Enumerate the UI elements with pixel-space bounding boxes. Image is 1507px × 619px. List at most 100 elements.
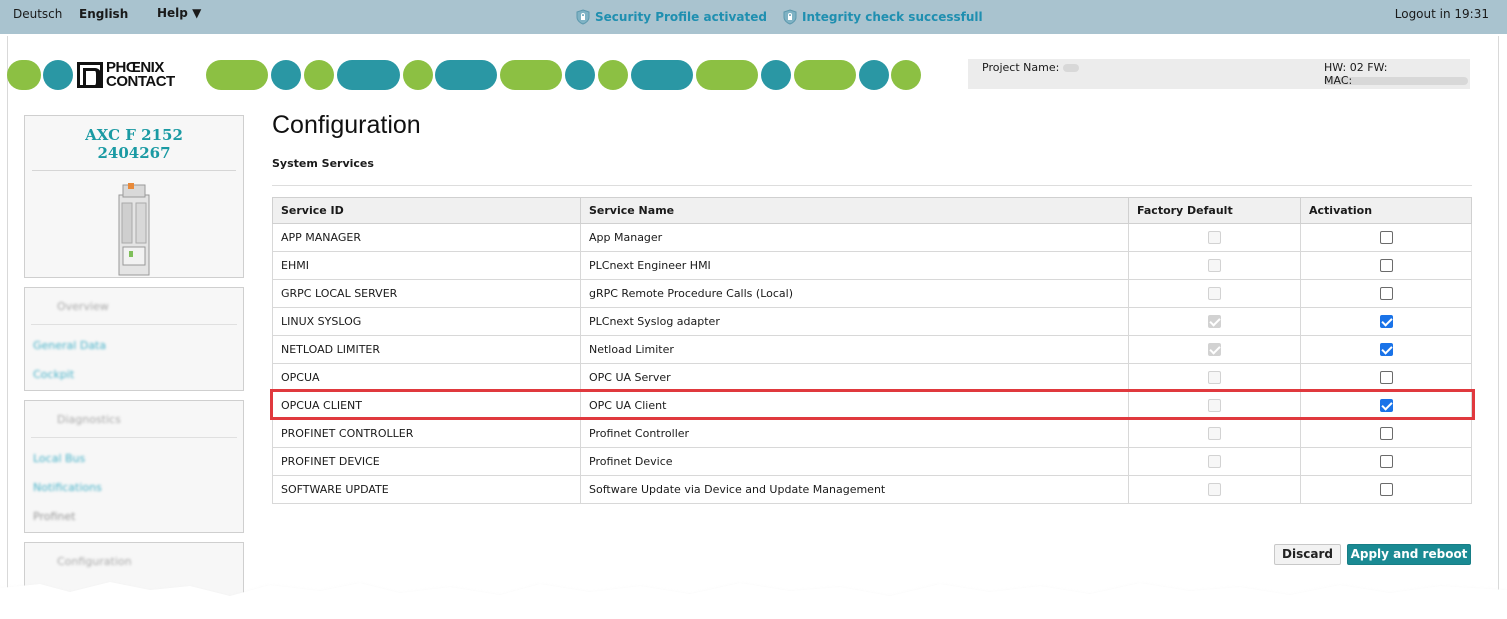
banner-pill [891, 60, 921, 90]
shield-lock-icon [783, 9, 797, 25]
integrity-check-status[interactable]: Integrity check successfull [782, 9, 983, 25]
service-name-cell: PLCnext Engineer HMI [580, 251, 1129, 280]
language-deutsch-link[interactable]: Deutsch [13, 7, 62, 21]
service-id-cell: GRPC LOCAL SERVER [272, 279, 581, 308]
security-profile-status[interactable]: Security Profile activated [575, 9, 767, 25]
banner-pill [761, 60, 791, 90]
factory-default-cell [1128, 307, 1301, 336]
activation-cell [1300, 279, 1472, 308]
banner-pill [631, 60, 693, 90]
column-header-activation: Activation [1300, 197, 1472, 224]
top-bar: Deutsch English Help ▼ Security Profile … [0, 0, 1507, 34]
service-name-cell: Software Update via Device and Update Ma… [580, 475, 1129, 504]
factory-default-cell [1128, 363, 1301, 392]
table-row: PROFINET DEVICE Profinet Device [272, 447, 1472, 476]
logo-line2: CONTACT [106, 73, 175, 90]
banner-pill [337, 60, 400, 90]
factory-default-cell [1128, 475, 1301, 504]
table-row: EHMI PLCnext Engineer HMI [272, 251, 1472, 280]
project-name-label: Project Name: [982, 61, 1060, 74]
banner-pill [435, 60, 497, 90]
sidebar-diagnostics-panel: Diagnostics Local Bus Notifications Prof… [24, 400, 244, 533]
activation-cell [1300, 335, 1472, 364]
column-header-service-name: Service Name [580, 197, 1129, 224]
section-divider [272, 185, 1472, 186]
service-id-cell: EHMI [272, 251, 581, 280]
service-name-cell: Netload Limiter [580, 335, 1129, 364]
table-row: OPCUA CLIENT OPC UA Client [272, 391, 1472, 420]
banner-pill [565, 60, 595, 90]
activation-cell [1300, 251, 1472, 280]
sidebar-item-general-data[interactable]: General Data [25, 331, 243, 360]
service-name-cell: PLCnext Syslog adapter [580, 307, 1129, 336]
help-menu[interactable]: Help ▼ [157, 6, 201, 20]
activation-checkbox[interactable] [1379, 483, 1393, 497]
factory-default-cell [1128, 251, 1301, 280]
phoenix-contact-logo: PHŒNIX CONTACT [77, 58, 175, 92]
factory-default-cell [1128, 223, 1301, 252]
torn-edge-decoration [0, 582, 1507, 619]
banner-pill [696, 60, 758, 90]
factory-default-checkbox [1208, 455, 1221, 469]
project-info-box: Project Name: HW: 02 FW: MAC: [968, 59, 1470, 89]
activation-cell [1300, 475, 1472, 504]
sidebar-overview-header[interactable]: Overview [25, 288, 243, 324]
logout-link[interactable]: Logout in 19:31 [1395, 7, 1489, 21]
activation-checkbox[interactable] [1379, 287, 1393, 301]
language-english-link[interactable]: English [79, 7, 128, 21]
factory-default-checkbox [1208, 343, 1221, 357]
activation-checkbox[interactable] [1379, 399, 1393, 413]
activation-checkbox[interactable] [1379, 231, 1393, 245]
table-header-row: Service ID Service Name Factory Default … [272, 197, 1472, 224]
activation-cell [1300, 223, 1472, 252]
banner-pill [7, 60, 41, 90]
factory-default-cell [1128, 335, 1301, 364]
security-profile-label: Security Profile activated [595, 10, 767, 24]
factory-default-checkbox [1208, 427, 1221, 441]
device-article-number: 2404267 [97, 144, 171, 162]
activation-cell [1300, 363, 1472, 392]
activation-checkbox[interactable] [1379, 315, 1393, 329]
sidebar-overview-panel: Overview General Data Cockpit [24, 287, 244, 391]
service-id-cell: LINUX SYSLOG [272, 307, 581, 336]
sidebar-item-notifications[interactable]: Notifications [25, 473, 243, 502]
activation-cell [1300, 447, 1472, 476]
service-name-cell: App Manager [580, 223, 1129, 252]
activation-checkbox[interactable] [1379, 343, 1393, 357]
table-row: APP MANAGER App Manager [272, 223, 1472, 252]
factory-default-checkbox [1208, 399, 1221, 413]
service-name-cell: gRPC Remote Procedure Calls (Local) [580, 279, 1129, 308]
factory-default-cell [1128, 279, 1301, 308]
sidebar-item-cockpit[interactable]: Cockpit [25, 360, 243, 389]
mac-label: MAC: [1324, 74, 1353, 87]
column-header-service-id: Service ID [272, 197, 581, 224]
activation-checkbox[interactable] [1379, 455, 1393, 469]
service-name-cell: OPC UA Server [580, 363, 1129, 392]
banner-pill [403, 60, 433, 90]
device-model: AXC F 2152 [85, 126, 183, 144]
activation-checkbox[interactable] [1379, 259, 1393, 273]
activation-checkbox[interactable] [1379, 427, 1393, 441]
apply-and-reboot-button[interactable]: Apply and reboot [1347, 544, 1471, 565]
service-name-cell: OPC UA Client [580, 391, 1129, 420]
sidebar-item-local-bus[interactable]: Local Bus [25, 444, 243, 473]
activation-checkbox[interactable] [1379, 371, 1393, 385]
table-row: NETLOAD LIMITER Netload Limiter [272, 335, 1472, 364]
system-services-table: Service ID Service Name Factory Default … [272, 197, 1472, 504]
sidebar-diagnostics-header[interactable]: Diagnostics [25, 401, 243, 437]
page-title: Configuration [272, 111, 421, 139]
mac-address: MAC: [1324, 74, 1468, 87]
table-row: LINUX SYSLOG PLCnext Syslog adapter [272, 307, 1472, 336]
activation-cell [1300, 419, 1472, 448]
banner-pill [859, 60, 889, 90]
service-id-cell: OPCUA CLIENT [272, 391, 581, 420]
banner-pill [271, 60, 301, 90]
activation-cell [1300, 307, 1472, 336]
factory-default-checkbox [1208, 371, 1221, 385]
discard-button[interactable]: Discard [1274, 544, 1341, 565]
service-name-cell: Profinet Controller [580, 419, 1129, 448]
service-id-cell: SOFTWARE UPDATE [272, 475, 581, 504]
banner-pill [304, 60, 334, 90]
banner-pill [598, 60, 628, 90]
sidebar-item-profinet[interactable]: Profinet [25, 502, 243, 531]
